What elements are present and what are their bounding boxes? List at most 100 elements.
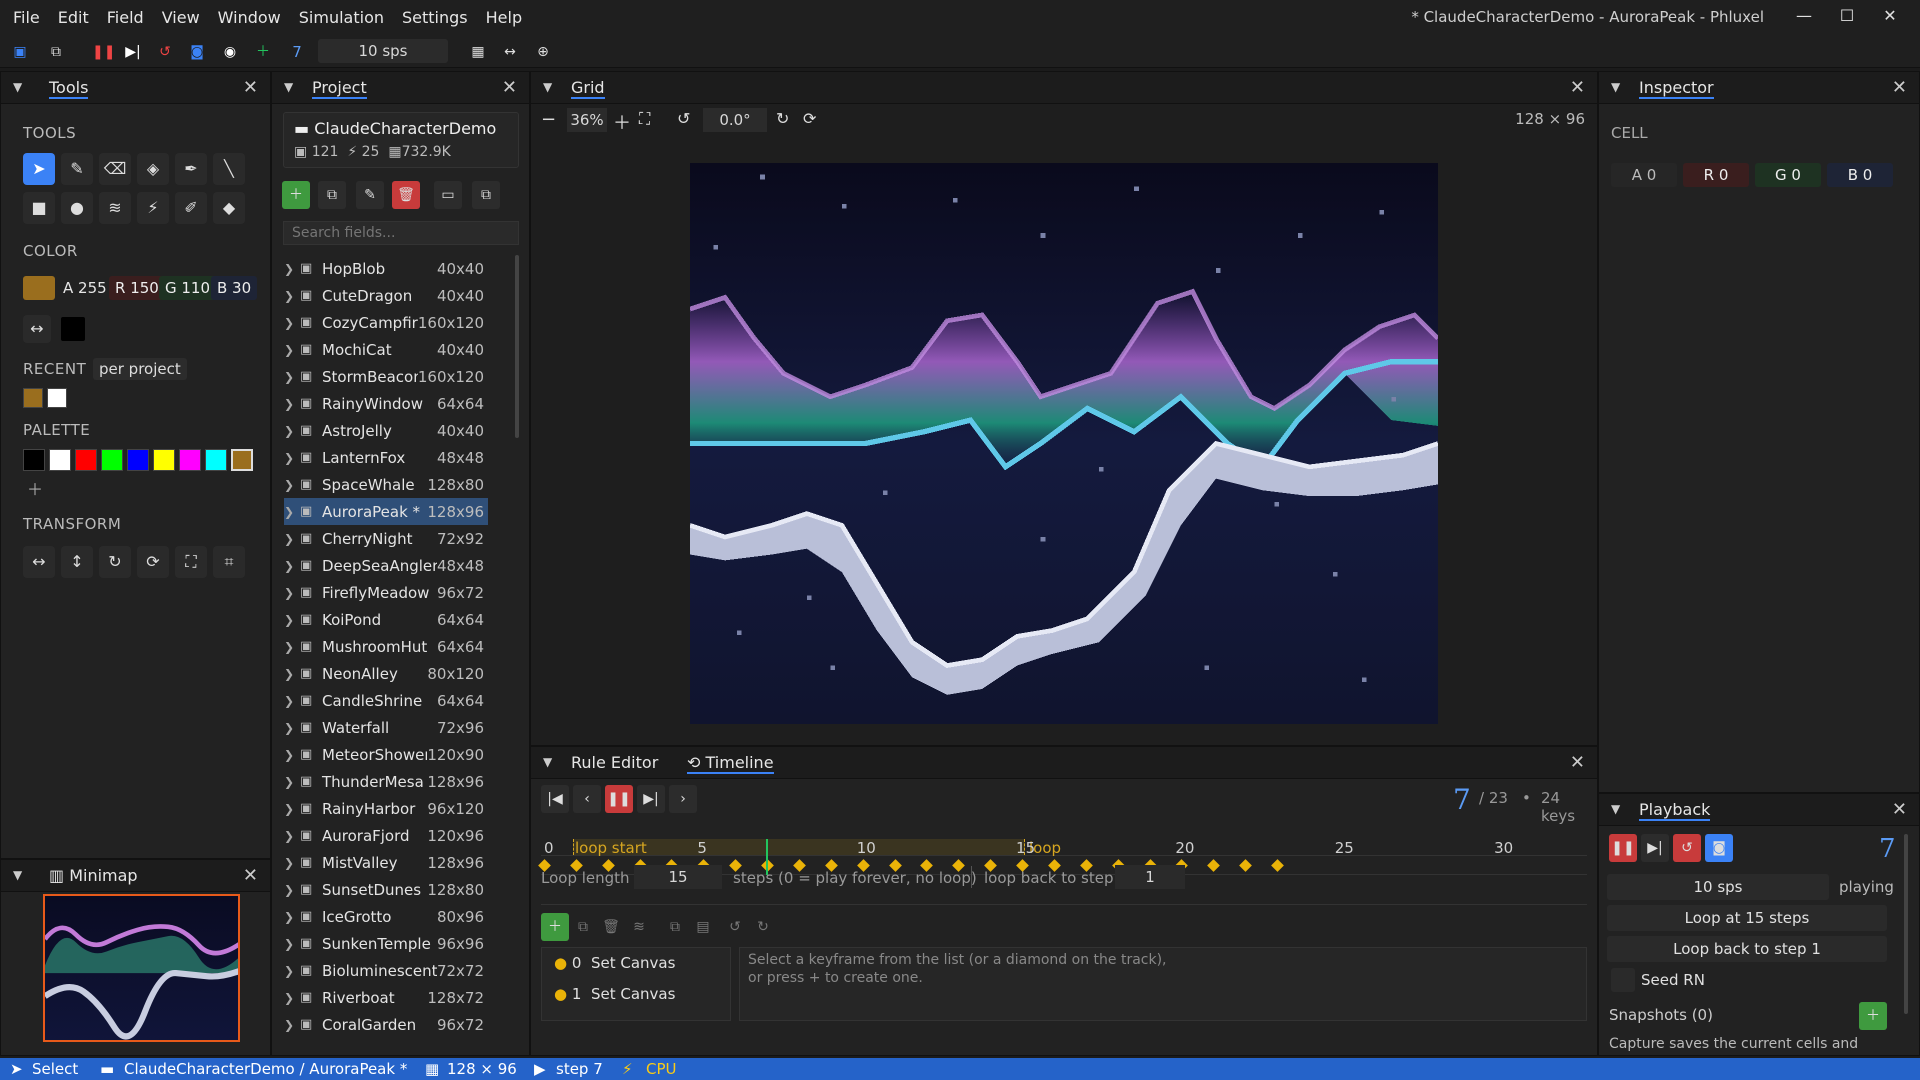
rotate-cw-icon[interactable]: ↻ [99, 546, 131, 578]
close-icon[interactable]: ✕ [1892, 799, 1907, 820]
field-list-item[interactable]: ❯ ▣ IceGrotto 80x96 [284, 903, 488, 930]
playback-tab[interactable]: Playback [1639, 800, 1711, 821]
pencil-tool[interactable]: ✎ [61, 153, 93, 185]
zoom-field[interactable]: 36% [567, 108, 607, 132]
field-list-item[interactable]: ❯ ▣ StormBeacon 160x120 [284, 363, 488, 390]
keyframe-item[interactable]: ● 0 Set Canvas [554, 954, 675, 972]
palette-swatch[interactable] [127, 449, 149, 471]
minimap-viewport[interactable] [43, 894, 240, 1042]
wave-tool[interactable]: ≋ [99, 192, 131, 224]
alpha-value[interactable]: A 255 [57, 276, 113, 300]
field-list-item[interactable]: ❯ ▣ Bioluminescent 72x72 [284, 957, 488, 984]
blue-value[interactable]: B 30 [211, 276, 258, 300]
close-window-icon[interactable]: ✕ [1879, 6, 1901, 28]
tools-tab[interactable]: Tools [49, 78, 89, 99]
field-list-item[interactable]: ❯ ▣ MistValley 128x96 [284, 849, 488, 876]
loop-at-button[interactable]: Loop at 15 steps [1607, 905, 1887, 931]
swap-color-icon[interactable]: ↔ [23, 315, 51, 343]
fit-icon[interactable]: ⛶ [175, 546, 207, 578]
field-list-item[interactable]: ❯ ▣ KoiPond 64x64 [284, 606, 488, 633]
copy-keyframe-button[interactable]: ⧉ [569, 913, 597, 941]
timeline-tab[interactable]: ⟲ Timeline [687, 753, 774, 774]
fill-tool[interactable]: ◈ [137, 153, 169, 185]
save-all-icon[interactable]: ⧉ [46, 42, 66, 62]
pause-icon[interactable]: ❚❚ [92, 42, 115, 62]
chevron-right-icon[interactable]: ❯ [284, 721, 300, 735]
reset-button[interactable]: ↺ [1673, 834, 1701, 862]
flip-v-icon[interactable]: ↕ [61, 546, 93, 578]
menu-item[interactable]: Settings [393, 8, 477, 27]
flip-h-icon[interactable]: ↔ [23, 546, 55, 578]
field-list-item[interactable]: ❯ ▣ FireflyMeadow 96x72 [284, 579, 488, 606]
collapse-icon[interactable]: ▼ [1611, 80, 1620, 94]
brush-tool[interactable]: ✐ [175, 192, 207, 224]
select-tool[interactable]: ➤ [23, 153, 55, 185]
first-frame-button[interactable]: |◀ [541, 785, 569, 813]
undo-button[interactable]: ↺ [721, 913, 749, 941]
current-color-swatch[interactable] [23, 276, 55, 300]
eyedropper-tool[interactable]: ✒ [175, 153, 207, 185]
menu-item[interactable]: Field [98, 8, 153, 27]
flip-icon[interactable]: ↔ [500, 42, 520, 62]
minimap-tab[interactable]: ▥ Minimap [49, 866, 138, 885]
add-palette-icon[interactable]: ＋ [23, 478, 47, 502]
chevron-right-icon[interactable]: ❯ [284, 856, 300, 870]
chevron-right-icon[interactable]: ❯ [284, 694, 300, 708]
collapse-icon[interactable]: ▼ [13, 80, 22, 94]
palette-swatch[interactable] [75, 449, 97, 471]
add-icon[interactable]: ＋ [253, 42, 273, 62]
prev-frame-button[interactable]: ‹ [573, 785, 601, 813]
canvas[interactable] [690, 163, 1438, 724]
camera-icon[interactable]: ◙ [187, 42, 207, 62]
step-icon[interactable]: ▶| [123, 42, 143, 62]
chevron-right-icon[interactable]: ❯ [284, 802, 300, 816]
field-list-item[interactable]: ❯ ▣ AstroJelly 40x40 [284, 417, 488, 444]
palette-swatch[interactable] [205, 449, 227, 471]
field-list-item[interactable]: ❯ ▣ HopBlob 40x40 [284, 255, 488, 282]
loop-back-button[interactable]: Loop back to step 1 [1607, 936, 1887, 962]
chevron-right-icon[interactable]: ❯ [284, 586, 300, 600]
eye-icon[interactable]: ◉ [220, 42, 240, 62]
menu-item[interactable]: View [153, 8, 209, 27]
snapshot-button[interactable]: ◙ [1705, 834, 1733, 862]
palette-swatch[interactable] [23, 449, 45, 471]
menu-item[interactable]: File [4, 8, 49, 27]
close-icon[interactable]: ✕ [1892, 77, 1907, 98]
chevron-right-icon[interactable]: ❯ [284, 964, 300, 978]
field-list-item[interactable]: ❯ ▣ AuroraFjord 120x96 [284, 822, 488, 849]
step-button[interactable]: ▶| [1641, 834, 1669, 862]
status-path[interactable]: ClaudeCharacterDemo / AuroraPeak * [124, 1060, 407, 1078]
field-list-item[interactable]: ❯ ▣ CandleShrine 64x64 [284, 687, 488, 714]
scrollbar[interactable] [515, 255, 519, 438]
field-list-item[interactable]: ❯ ▣ CozyCampfire 160x120 [284, 309, 488, 336]
collapse-icon[interactable]: ▼ [13, 868, 22, 882]
pause-button[interactable]: ❚❚ [1609, 834, 1637, 862]
tree-button[interactable]: ⧉ [472, 181, 500, 209]
palette-swatch[interactable] [101, 449, 123, 471]
rotate-left-icon[interactable]: ↺ [677, 109, 690, 128]
inspector-tab[interactable]: Inspector [1639, 78, 1714, 99]
chevron-right-icon[interactable]: ❯ [284, 775, 300, 789]
collapse-icon[interactable]: ▼ [543, 80, 552, 94]
crop-icon[interactable]: ⌗ [213, 546, 245, 578]
chevron-right-icon[interactable]: ❯ [284, 991, 300, 1005]
chevron-right-icon[interactable]: ❯ [284, 910, 300, 924]
close-icon[interactable]: ✕ [1570, 752, 1585, 773]
duplicate-button[interactable]: ⧉ [318, 181, 346, 209]
delete-button[interactable]: 🗑 [392, 181, 420, 209]
field-list-item[interactable]: ❯ ▣ CuteDragon 40x40 [284, 282, 488, 309]
fit-icon[interactable]: ⛶ [639, 109, 650, 129]
chevron-right-icon[interactable]: ❯ [284, 829, 300, 843]
search-input[interactable] [283, 221, 519, 245]
grid-icon[interactable]: ▦ [468, 42, 488, 62]
tag-tool[interactable]: ◆ [213, 192, 245, 224]
line-tool[interactable]: ╲ [213, 153, 245, 185]
save-icon[interactable]: ▣ [10, 42, 30, 62]
layers-button[interactable]: ≋ [625, 913, 653, 941]
chevron-right-icon[interactable]: ❯ [284, 505, 300, 519]
chevron-right-icon[interactable]: ❯ [284, 343, 300, 357]
project-card[interactable]: ▬ ClaudeCharacterDemo ▣ 121 ⚡ 25 ▦732.9K [283, 112, 519, 168]
chevron-right-icon[interactable]: ❯ [284, 262, 300, 276]
collapse-icon[interactable]: ▼ [543, 755, 552, 769]
palette-swatch[interactable] [153, 449, 175, 471]
